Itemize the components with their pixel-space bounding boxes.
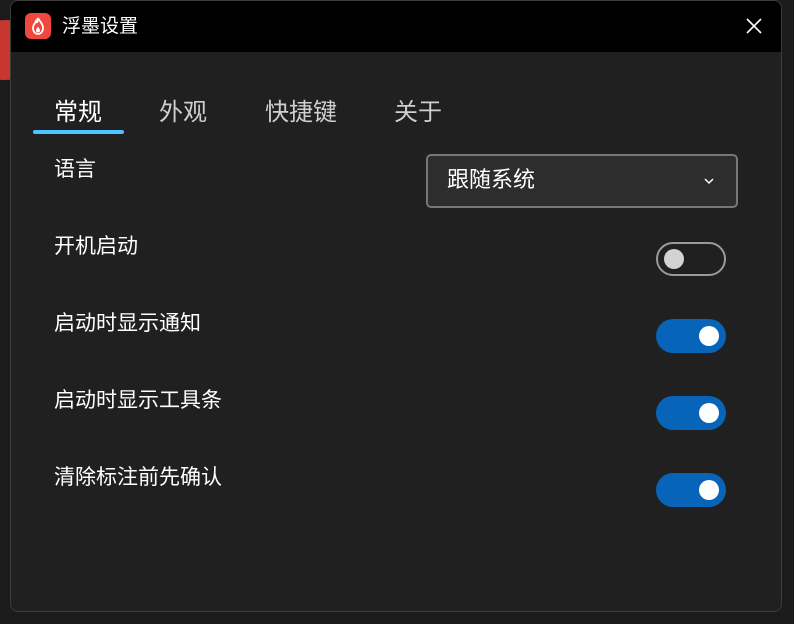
launch-at-startup-toggle[interactable] xyxy=(656,242,726,276)
settings-window: 浮墨设置 常规 外观 快捷键 关于 语言 跟随系统 开机启动 启动时显示通知 启… xyxy=(10,0,782,612)
tab-shortcuts[interactable]: 快捷键 xyxy=(265,93,337,131)
active-tab-indicator xyxy=(33,130,124,134)
launch-at-startup-label: 开机启动 xyxy=(54,234,138,258)
toggle-knob xyxy=(699,326,719,346)
title-bar: 浮墨设置 xyxy=(11,1,781,52)
tab-general[interactable]: 常规 xyxy=(54,93,102,131)
show-toolbar-toggle[interactable] xyxy=(656,396,726,430)
chevron-down-icon xyxy=(704,178,714,185)
tab-appearance[interactable]: 外观 xyxy=(159,93,207,131)
show-toolbar-label: 启动时显示工具条 xyxy=(54,388,222,412)
toggle-knob xyxy=(699,480,719,500)
language-select[interactable]: 跟随系统 xyxy=(426,154,738,208)
confirm-clear-toggle[interactable] xyxy=(656,473,726,507)
toggle-knob xyxy=(664,249,684,269)
confirm-clear-label: 清除标注前先确认 xyxy=(54,465,222,489)
tab-bar: 常规 外观 快捷键 关于 xyxy=(11,93,781,139)
close-icon xyxy=(746,18,762,34)
language-label: 语言 xyxy=(54,157,96,181)
flame-icon xyxy=(25,13,51,39)
window-title: 浮墨设置 xyxy=(62,15,139,37)
tab-about[interactable]: 关于 xyxy=(394,93,442,131)
language-select-value: 跟随系统 xyxy=(447,168,536,193)
show-notification-toggle[interactable] xyxy=(656,319,726,353)
toggle-knob xyxy=(699,403,719,423)
close-button[interactable] xyxy=(741,13,767,39)
show-notification-label: 启动时显示通知 xyxy=(54,311,201,335)
